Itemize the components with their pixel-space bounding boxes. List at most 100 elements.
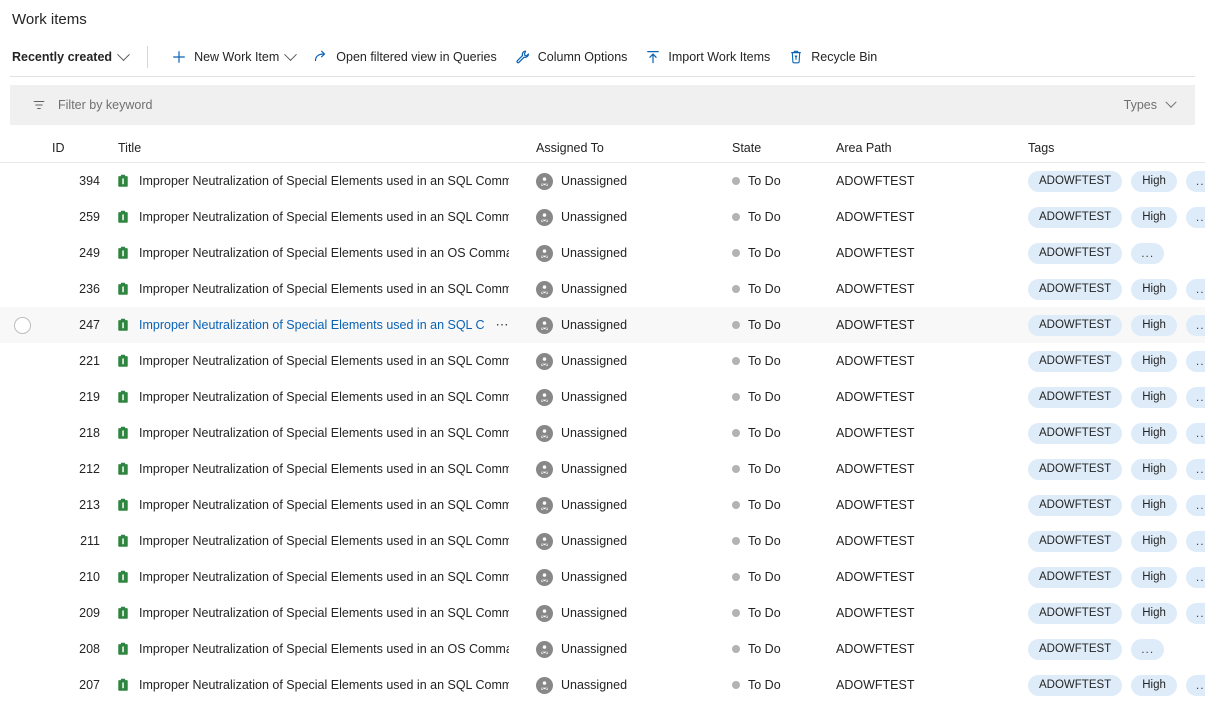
- row-title-text[interactable]: Improper Neutralization of Special Eleme…: [139, 462, 509, 476]
- tag-overflow[interactable]: ...: [1185, 206, 1205, 228]
- row-title-text[interactable]: Improper Neutralization of Special Eleme…: [139, 174, 509, 188]
- row-title-text[interactable]: Improper Neutralization of Special Eleme…: [139, 678, 509, 692]
- row-title-text[interactable]: Improper Neutralization of Special Eleme…: [139, 642, 509, 656]
- tag-overflow[interactable]: ...: [1185, 674, 1205, 696]
- table-row[interactable]: 213 Improper Neutralization of Special E…: [0, 487, 1205, 523]
- tag-chip[interactable]: ADOWFTEST: [1028, 674, 1123, 696]
- table-row[interactable]: 394 Improper Neutralization of Special E…: [0, 163, 1205, 199]
- column-header-tags[interactable]: Tags: [1028, 141, 1205, 155]
- tag-overflow[interactable]: ...: [1185, 494, 1205, 516]
- more-actions-icon[interactable]: ⋯: [494, 318, 512, 331]
- row-area-path: ADOWFTEST: [836, 534, 915, 548]
- tag-chip[interactable]: High: [1131, 422, 1177, 444]
- tag-chip[interactable]: ADOWFTEST: [1028, 350, 1123, 372]
- tag-chip[interactable]: High: [1131, 458, 1177, 480]
- tag-chip[interactable]: High: [1131, 602, 1177, 624]
- tag-overflow[interactable]: ...: [1131, 242, 1165, 264]
- tag-chip[interactable]: ADOWFTEST: [1028, 314, 1123, 336]
- new-work-item-button[interactable]: New Work Item: [162, 42, 304, 72]
- table-row[interactable]: 247 Improper Neutralization of Special E…: [0, 307, 1205, 343]
- tag-chip[interactable]: ADOWFTEST: [1028, 206, 1123, 228]
- table-row[interactable]: 211 Improper Neutralization of Special E…: [0, 523, 1205, 559]
- tag-chip[interactable]: ADOWFTEST: [1028, 638, 1123, 660]
- row-title-text[interactable]: Improper Neutralization of Special Eleme…: [139, 354, 509, 368]
- tag-chip[interactable]: ADOWFTEST: [1028, 278, 1123, 300]
- tag-chip[interactable]: ADOWFTEST: [1028, 422, 1123, 444]
- row-state-text: To Do: [748, 570, 781, 584]
- tag-chip[interactable]: ADOWFTEST: [1028, 566, 1123, 588]
- row-title-text[interactable]: Improper Neutralization of Special Eleme…: [139, 606, 509, 620]
- recycle-bin-button[interactable]: Recycle Bin: [779, 42, 886, 72]
- row-area-path: ADOWFTEST: [836, 246, 915, 260]
- tag-overflow[interactable]: ...: [1185, 530, 1205, 552]
- view-pivot-recently-created[interactable]: Recently created: [12, 42, 137, 72]
- table-row[interactable]: 249 Improper Neutralization of Special E…: [0, 235, 1205, 271]
- row-select-checkbox[interactable]: [0, 316, 44, 334]
- row-title-text[interactable]: Improper Neutralization of Special Eleme…: [139, 318, 485, 332]
- tag-chip[interactable]: High: [1131, 494, 1177, 516]
- column-header-area-path[interactable]: Area Path: [836, 141, 1028, 155]
- tag-chip[interactable]: ADOWFTEST: [1028, 602, 1123, 624]
- column-header-id[interactable]: ID: [44, 141, 116, 155]
- tag-overflow[interactable]: ...: [1185, 314, 1205, 336]
- table-row[interactable]: 236 Improper Neutralization of Special E…: [0, 271, 1205, 307]
- tag-chip[interactable]: High: [1131, 278, 1177, 300]
- tag-chip[interactable]: High: [1131, 530, 1177, 552]
- keyword-filter-group[interactable]: Filter by keyword: [32, 98, 1120, 112]
- tag-overflow[interactable]: ...: [1131, 638, 1165, 660]
- column-header-title[interactable]: Title: [116, 141, 536, 155]
- tag-overflow[interactable]: ...: [1185, 386, 1205, 408]
- tag-chip[interactable]: ADOWFTEST: [1028, 386, 1123, 408]
- tag-chip[interactable]: High: [1131, 170, 1177, 192]
- tag-chip[interactable]: ADOWFTEST: [1028, 494, 1123, 516]
- table-row[interactable]: 210 Improper Neutralization of Special E…: [0, 559, 1205, 595]
- table-row[interactable]: 208 Improper Neutralization of Special E…: [0, 631, 1205, 667]
- tag-overflow[interactable]: ...: [1185, 458, 1205, 480]
- import-work-items-button[interactable]: Import Work Items: [636, 42, 779, 72]
- row-tags-cell: ADOWFTEST High...: [1028, 674, 1205, 696]
- table-row[interactable]: 219 Improper Neutralization of Special E…: [0, 379, 1205, 415]
- column-header-assigned-to[interactable]: Assigned To: [536, 141, 732, 155]
- row-title-text[interactable]: Improper Neutralization of Special Eleme…: [139, 246, 509, 260]
- table-row[interactable]: 221 Improper Neutralization of Special E…: [0, 343, 1205, 379]
- column-header-state[interactable]: State: [732, 141, 836, 155]
- table-row[interactable]: 209 Improper Neutralization of Special E…: [0, 595, 1205, 631]
- tag-chip[interactable]: ADOWFTEST: [1028, 170, 1123, 192]
- tag-overflow[interactable]: ...: [1185, 278, 1205, 300]
- tag-chip[interactable]: High: [1131, 206, 1177, 228]
- row-state-cell: To Do: [732, 678, 836, 692]
- tag-chip[interactable]: High: [1131, 314, 1177, 336]
- table-row[interactable]: 212 Improper Neutralization of Special E…: [0, 451, 1205, 487]
- tag-overflow[interactable]: ...: [1185, 350, 1205, 372]
- column-options-button[interactable]: Column Options: [506, 42, 637, 72]
- row-title-cell: Improper Neutralization of Special Eleme…: [116, 174, 536, 188]
- open-filtered-view-in-queries-button[interactable]: Open filtered view in Queries: [304, 42, 506, 72]
- tag-chip[interactable]: ADOWFTEST: [1028, 530, 1123, 552]
- tag-chip[interactable]: High: [1131, 350, 1177, 372]
- row-title-text[interactable]: Improper Neutralization of Special Eleme…: [139, 210, 509, 224]
- tag-chip[interactable]: High: [1131, 674, 1177, 696]
- row-state-text: To Do: [748, 282, 781, 296]
- search-input[interactable]: Filter by keyword: [58, 98, 152, 112]
- table-row[interactable]: 207 Improper Neutralization of Special E…: [0, 667, 1205, 703]
- row-title-text[interactable]: Improper Neutralization of Special Eleme…: [139, 390, 509, 404]
- table-row[interactable]: 218 Improper Neutralization of Special E…: [0, 415, 1205, 451]
- row-state-text: To Do: [748, 390, 781, 404]
- tag-overflow[interactable]: ...: [1185, 422, 1205, 444]
- tag-overflow[interactable]: ...: [1185, 566, 1205, 588]
- tag-overflow[interactable]: ...: [1185, 170, 1205, 192]
- tag-overflow[interactable]: ...: [1185, 602, 1205, 624]
- types-filter-dropdown[interactable]: Types: [1120, 94, 1179, 116]
- table-row[interactable]: 259 Improper Neutralization of Special E…: [0, 199, 1205, 235]
- row-title-text[interactable]: Improper Neutralization of Special Eleme…: [139, 570, 509, 584]
- row-title-text[interactable]: Improper Neutralization of Special Eleme…: [139, 282, 509, 296]
- tag-chip[interactable]: High: [1131, 566, 1177, 588]
- row-title-text[interactable]: Improper Neutralization of Special Eleme…: [139, 534, 509, 548]
- row-title-text[interactable]: Improper Neutralization of Special Eleme…: [139, 426, 509, 440]
- tag-chip[interactable]: ADOWFTEST: [1028, 242, 1123, 264]
- row-title-text[interactable]: Improper Neutralization of Special Eleme…: [139, 498, 509, 512]
- tag-chip[interactable]: ADOWFTEST: [1028, 458, 1123, 480]
- tag-chip[interactable]: High: [1131, 386, 1177, 408]
- row-title-cell: Improper Neutralization of Special Eleme…: [116, 318, 536, 332]
- row-select-circle[interactable]: [13, 316, 31, 334]
